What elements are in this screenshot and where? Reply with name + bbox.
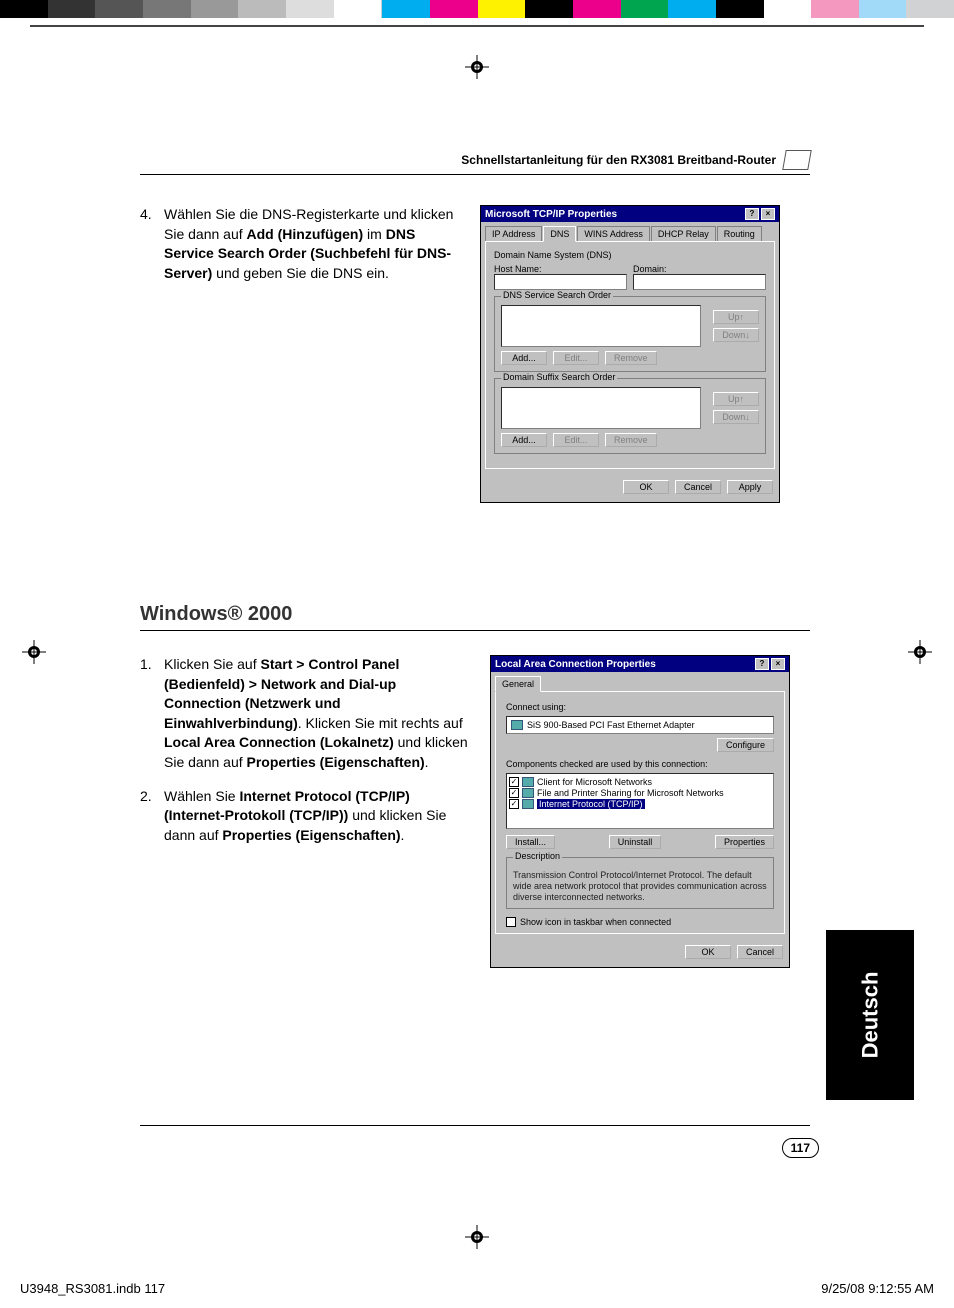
print-color-bar [0, 0, 954, 18]
language-tab: Deutsch [826, 930, 914, 1100]
tab-panel: Connect using: SiS 900-Based PCI Fast Et… [495, 691, 785, 934]
list-item[interactable]: ✓Client for Microsoft Networks [509, 777, 771, 787]
ok-button[interactable]: OK [685, 945, 731, 959]
page-number: 117 [782, 1138, 819, 1158]
tcpip-properties-dialog: Microsoft TCP/IP Properties ? × IP Addre… [480, 205, 780, 503]
registration-mark-icon [22, 640, 46, 664]
components-list[interactable]: ✓Client for Microsoft Networks ✓File and… [506, 773, 774, 829]
up-button[interactable]: Up↑ [713, 392, 759, 406]
checkbox-icon[interactable]: ✓ [509, 799, 519, 809]
list-item[interactable]: ✓Internet Protocol (TCP/IP) [509, 799, 771, 809]
component-icon [522, 799, 534, 809]
group-legend: Domain Suffix Search Order [501, 372, 617, 382]
registration-mark-icon [465, 55, 489, 79]
close-button[interactable]: × [761, 208, 775, 220]
adapter-name: SiS 900-Based PCI Fast Ethernet Adapter [527, 720, 695, 730]
edit-button[interactable]: Edit... [553, 433, 599, 447]
timestamp: 9/25/08 9:12:55 AM [821, 1281, 934, 1296]
registration-mark-icon [465, 1225, 489, 1249]
dialog-title: Local Area Connection Properties [495, 659, 753, 670]
page-title: Schnellstartanleitung für den RX3081 Bre… [461, 153, 776, 167]
top-rule [30, 25, 924, 27]
tab-strip: IP Address DNS WINS Address DHCP Relay R… [485, 226, 775, 242]
step-4: 4. Wählen Sie die DNS-Registerkarte und … [140, 205, 460, 283]
dns-legend: Domain Name System (DNS) [494, 250, 766, 260]
show-icon-checkbox[interactable]: Show icon in taskbar when connected [506, 917, 774, 927]
asus-logo-icon [782, 150, 812, 170]
install-button[interactable]: Install... [506, 835, 555, 849]
up-button[interactable]: Up↑ [713, 310, 759, 324]
dns-search-list[interactable] [501, 305, 701, 347]
cancel-button[interactable]: Cancel [675, 480, 721, 494]
cancel-button[interactable]: Cancel [737, 945, 783, 959]
component-icon [522, 777, 534, 787]
page-header: Schnellstartanleitung für den RX3081 Bre… [140, 150, 810, 175]
down-button[interactable]: Down↓ [713, 328, 759, 342]
help-button[interactable]: ? [755, 658, 769, 670]
registration-mark-icon [908, 640, 932, 664]
tab-wins[interactable]: WINS Address [577, 226, 650, 242]
step-number: 1. [140, 655, 164, 773]
ok-button[interactable]: OK [623, 480, 669, 494]
tab-general[interactable]: General [495, 676, 541, 692]
host-input[interactable] [494, 274, 627, 290]
add-button[interactable]: Add... [501, 351, 547, 365]
step-1: 1. Klicken Sie auf Start > Control Panel… [140, 655, 470, 773]
close-button[interactable]: × [771, 658, 785, 670]
remove-button[interactable]: Remove [605, 433, 657, 447]
connect-using-label: Connect using: [506, 702, 774, 712]
description-text: Transmission Control Protocol/Internet P… [513, 870, 767, 902]
component-icon [522, 788, 534, 798]
suffix-list[interactable] [501, 387, 701, 429]
remove-button[interactable]: Remove [605, 351, 657, 365]
lan-properties-dialog: Local Area Connection Properties ? × Gen… [490, 655, 790, 968]
dialog-title: Microsoft TCP/IP Properties [485, 209, 743, 220]
uninstall-button[interactable]: Uninstall [609, 835, 662, 849]
language-label: Deutsch [857, 972, 883, 1059]
description-group: Description Transmission Control Protoco… [506, 857, 774, 909]
group-legend: DNS Service Search Order [501, 290, 613, 300]
edit-button[interactable]: Edit... [553, 351, 599, 365]
checkbox-icon[interactable] [506, 917, 516, 927]
down-button[interactable]: Down↓ [713, 410, 759, 424]
domain-input[interactable] [633, 274, 766, 290]
adapter-field: SiS 900-Based PCI Fast Ethernet Adapter [506, 716, 774, 734]
help-button[interactable]: ? [745, 208, 759, 220]
tab-ip-address[interactable]: IP Address [485, 226, 542, 242]
configure-button[interactable]: Configure [717, 738, 774, 752]
tab-routing[interactable]: Routing [717, 226, 762, 242]
adapter-icon [511, 720, 523, 730]
dns-search-order-group: DNS Service Search Order Up↑ Down↓ Add..… [494, 296, 766, 372]
titlebar: Microsoft TCP/IP Properties ? × [481, 206, 779, 222]
tab-panel: Domain Name System (DNS) Host Name: Doma… [485, 241, 775, 469]
checkbox-icon[interactable]: ✓ [509, 788, 519, 798]
file-name: U3948_RS3081.indb 117 [20, 1281, 165, 1296]
footer-rule [140, 1125, 810, 1126]
step-number: 2. [140, 787, 164, 846]
domain-suffix-group: Domain Suffix Search Order Up↑ Down↓ Add… [494, 378, 766, 454]
group-legend: Description [513, 851, 562, 861]
step-number: 4. [140, 205, 164, 283]
step-body: Wählen Sie Internet Protocol (TCP/IP) (I… [164, 787, 470, 846]
properties-button[interactable]: Properties [715, 835, 774, 849]
section-heading: Windows® 2000 [140, 603, 810, 631]
list-item[interactable]: ✓File and Printer Sharing for Microsoft … [509, 788, 771, 798]
components-label: Components checked are used by this conn… [506, 759, 774, 769]
step-body: Klicken Sie auf Start > Control Panel (B… [164, 655, 470, 773]
checkbox-icon[interactable]: ✓ [509, 777, 519, 787]
apply-button[interactable]: Apply [727, 480, 773, 494]
print-meta: U3948_RS3081.indb 117 9/25/08 9:12:55 AM [20, 1281, 934, 1296]
tab-dns[interactable]: DNS [543, 226, 576, 242]
add-button[interactable]: Add... [501, 433, 547, 447]
step-body: Wählen Sie die DNS-Registerkarte und kli… [164, 205, 460, 283]
domain-label: Domain: [633, 264, 766, 274]
step-2: 2. Wählen Sie Internet Protocol (TCP/IP)… [140, 787, 470, 846]
host-label: Host Name: [494, 264, 627, 274]
tab-dhcp-relay[interactable]: DHCP Relay [651, 226, 716, 242]
titlebar: Local Area Connection Properties ? × [491, 656, 789, 672]
